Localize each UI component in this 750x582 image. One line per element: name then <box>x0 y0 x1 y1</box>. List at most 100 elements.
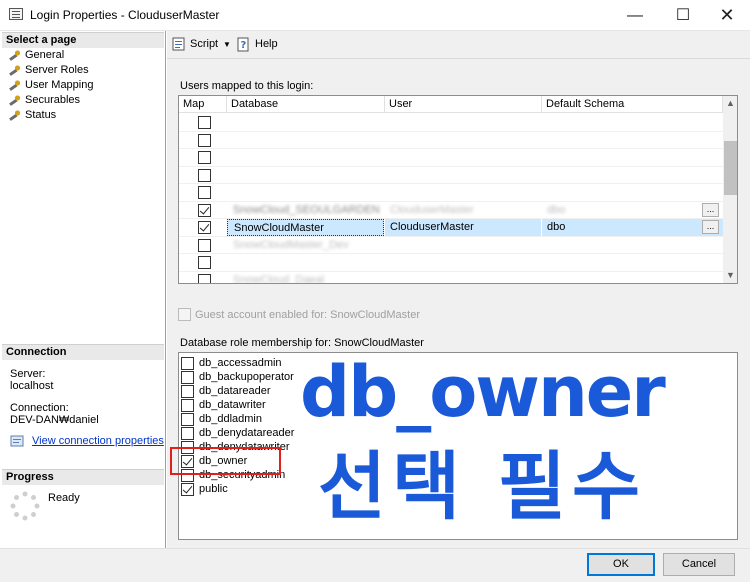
mapping-row[interactable] <box>179 254 723 272</box>
role-item[interactable]: db_datareader <box>181 384 271 398</box>
minimize-button[interactable]: — <box>612 0 658 31</box>
map-checkbox[interactable] <box>198 116 211 129</box>
map-checkbox[interactable] <box>198 256 211 269</box>
map-checkbox[interactable] <box>198 203 211 217</box>
left-pane: Select a page General Server Roles User … <box>0 31 166 548</box>
role-label: db_datareader <box>199 385 271 397</box>
column-header-default-schema[interactable]: Default Schema <box>542 96 723 113</box>
role-label: db_datawriter <box>199 399 266 411</box>
script-icon <box>172 37 185 51</box>
role-item[interactable]: db_datawriter <box>181 398 266 412</box>
scroll-up-icon[interactable]: ▲ <box>723 96 737 111</box>
role-checkbox[interactable] <box>181 399 194 412</box>
toolbar: Script ▼ ? Help <box>167 31 750 59</box>
button-bar: OK Cancel <box>0 548 750 582</box>
vertical-scrollbar[interactable]: ▲ ▼ <box>723 96 737 283</box>
map-checkbox[interactable] <box>198 151 211 164</box>
role-label: db_backupoperator <box>199 371 294 383</box>
role-item[interactable]: db_denydatareader <box>181 426 294 440</box>
view-connection-properties-link[interactable]: View connection properties <box>10 435 164 447</box>
scroll-thumb[interactable] <box>724 141 737 195</box>
page-user-mapping[interactable]: User Mapping <box>8 78 93 93</box>
guest-account-label: Guest account enabled for: SnowCloudMast… <box>195 309 421 321</box>
mapping-row-selected[interactable]: SnowCloudMaster ClouduserMaster dbo ... <box>179 219 723 237</box>
role-item[interactable]: db_backupoperator <box>181 370 294 384</box>
mapping-row[interactable] <box>179 149 723 167</box>
role-item[interactable]: db_ddladmin <box>181 412 262 426</box>
database-cell: SnowCloudMaster_Dev <box>233 238 349 251</box>
wrench-icon <box>9 95 21 106</box>
mapping-row[interactable]: SnowCloudMaster_Dev <box>179 237 723 254</box>
schema-cell[interactable]: dbo <box>542 202 723 219</box>
progress-status: Ready <box>48 492 80 504</box>
database-cell <box>227 254 384 271</box>
mapping-row[interactable] <box>179 184 723 202</box>
connection-value: DEV-DAN₩daniel <box>10 414 99 426</box>
schema-browse-button[interactable]: ... <box>702 220 719 234</box>
database-cell <box>227 132 384 149</box>
column-header-database[interactable]: Database <box>227 96 385 113</box>
role-checkbox[interactable] <box>181 371 194 384</box>
mapping-row[interactable]: SnowCloud_SEOULGARDEN ClouduserMaster db… <box>179 202 723 219</box>
schema-cell[interactable]: dbo <box>542 219 723 236</box>
properties-icon <box>10 435 24 447</box>
guest-account-checkbox[interactable] <box>178 308 191 321</box>
map-checkbox[interactable] <box>198 273 211 283</box>
map-checkbox[interactable] <box>198 221 211 234</box>
help-button[interactable]: ? Help <box>237 37 278 52</box>
database-cell <box>227 167 384 184</box>
schema-browse-button[interactable]: ... <box>702 202 719 217</box>
page-status[interactable]: Status <box>8 108 56 123</box>
role-membership-label: Database role membership for: SnowCloudM… <box>180 337 424 349</box>
role-label: db_accessadmin <box>199 357 282 369</box>
maximize-button[interactable]: ☐ <box>660 0 706 31</box>
cancel-button[interactable]: Cancel <box>663 553 735 576</box>
users-mapped-label: Users mapped to this login: <box>180 80 314 92</box>
role-checkbox[interactable] <box>181 427 194 440</box>
script-dropdown-icon[interactable]: ▼ <box>223 40 231 49</box>
view-connection-properties-label: View connection properties <box>32 435 164 447</box>
user-cell: ClouduserMaster <box>390 203 474 216</box>
role-label: public <box>199 483 228 495</box>
page-server-roles[interactable]: Server Roles <box>8 63 89 78</box>
database-cell: SnowCloudMaster <box>227 219 384 236</box>
title-bar: Login Properties - ClouduserMaster — ☐ ✕ <box>0 0 750 31</box>
user-mapping-grid[interactable]: Map Database User Default Schema SnowClo… <box>178 95 738 284</box>
column-header-map[interactable]: Map <box>179 96 227 113</box>
page-securables[interactable]: Securables <box>8 93 80 108</box>
page-general-label: General <box>25 49 65 61</box>
role-item[interactable]: db_accessadmin <box>181 356 282 370</box>
page-securables-label: Securables <box>25 94 81 106</box>
role-label: db_denydatareader <box>199 427 295 439</box>
window-title: Login Properties - ClouduserMaster <box>30 8 220 22</box>
select-page-header: Select a page <box>2 32 164 48</box>
map-checkbox[interactable] <box>198 186 211 199</box>
role-checkbox[interactable] <box>181 483 194 496</box>
database-cell <box>227 114 384 131</box>
database-cell <box>227 184 384 201</box>
role-item-public[interactable]: public <box>181 482 228 496</box>
column-header-user[interactable]: User <box>385 96 542 113</box>
page-general[interactable]: General <box>8 48 64 63</box>
map-checkbox[interactable] <box>198 238 211 252</box>
database-cell: SnowCloud_SEOULGARDEN <box>233 203 380 216</box>
role-checkbox[interactable] <box>181 357 194 370</box>
map-checkbox[interactable] <box>198 168 211 182</box>
script-button[interactable]: Script <box>172 37 218 51</box>
scroll-down-icon[interactable]: ▼ <box>723 268 737 283</box>
close-button[interactable]: ✕ <box>704 0 750 31</box>
server-value: localhost <box>10 380 54 392</box>
wrench-icon <box>9 50 21 61</box>
ok-button[interactable]: OK <box>587 553 655 576</box>
page-user-mapping-label: User Mapping <box>25 79 94 91</box>
wrench-icon <box>9 110 21 121</box>
role-checkbox[interactable] <box>181 385 194 398</box>
highlight-box <box>170 447 281 475</box>
mapping-row[interactable]: SnowCloud_Daeal <box>179 272 723 284</box>
role-checkbox[interactable] <box>181 413 194 426</box>
mapping-row[interactable] <box>179 114 723 132</box>
mapping-row[interactable] <box>179 132 723 149</box>
mapping-row[interactable] <box>179 167 723 184</box>
database-cell: SnowCloud_Daeal <box>233 273 325 284</box>
map-checkbox[interactable] <box>198 133 211 147</box>
